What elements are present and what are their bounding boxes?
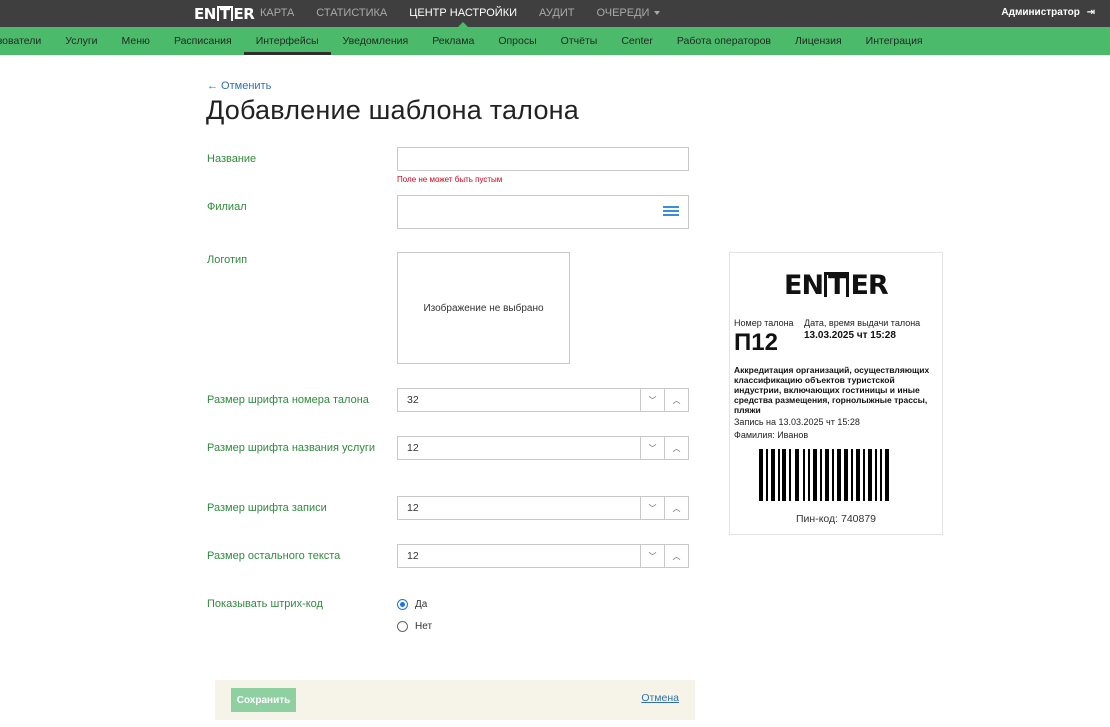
nav-audit[interactable]: АУДИТ bbox=[528, 0, 585, 27]
ticket-surname: Фамилия: Иванов bbox=[734, 430, 809, 440]
name-error: Поле не может быть пустым bbox=[397, 175, 503, 184]
nav-statistics[interactable]: СТАТИСТИКА bbox=[305, 0, 398, 27]
subnav-integration[interactable]: Интеграция bbox=[854, 27, 935, 55]
chevron-down-icon bbox=[654, 11, 661, 16]
name-input[interactable] bbox=[397, 147, 689, 171]
chevron-up-icon[interactable]: ︿ bbox=[664, 497, 688, 519]
save-button[interactable]: Сохранить bbox=[231, 688, 296, 712]
chevron-down-icon[interactable]: ﹀ bbox=[640, 497, 664, 519]
other-font-label: Размер остального текста bbox=[207, 550, 341, 562]
ticket-date-label: Дата, время выдачи талона bbox=[804, 318, 921, 328]
service-font-value[interactable]: 12 bbox=[407, 442, 419, 454]
subnav-operators[interactable]: Работа операторов bbox=[665, 27, 783, 55]
nav-queues[interactable]: ОЧЕРЕДИ bbox=[585, 0, 671, 27]
subnav-services[interactable]: Услуги bbox=[53, 27, 109, 55]
chevron-up-icon[interactable]: ︿ bbox=[664, 545, 688, 567]
barcode-yes-radio[interactable]: Да bbox=[397, 599, 427, 610]
nav-map[interactable]: КАРТА bbox=[249, 0, 305, 27]
ticket-service: Аккредитация организаций, осуществляющих… bbox=[734, 365, 930, 415]
cancel-button[interactable]: Отмена bbox=[641, 692, 679, 704]
action-bar: Сохранить Отмена bbox=[215, 680, 695, 720]
radio-unchecked-icon[interactable] bbox=[397, 621, 408, 632]
record-font-stepper[interactable]: 12 ﹀ ︿ bbox=[397, 496, 689, 520]
subnav-reports[interactable]: Отчёты bbox=[549, 27, 610, 55]
ticket-number: П12 bbox=[734, 329, 778, 356]
subnav-license[interactable]: Лицензия bbox=[783, 27, 854, 55]
barcode-no-radio[interactable]: Нет bbox=[397, 621, 432, 632]
record-font-label: Размер шрифта записи bbox=[207, 502, 327, 514]
nav-settings-center[interactable]: ЦЕНТР НАСТРОЙКИ bbox=[398, 0, 528, 27]
subnav-menu[interactable]: Меню bbox=[110, 27, 162, 55]
chevron-up-icon[interactable]: ︿ bbox=[664, 389, 688, 411]
service-font-stepper[interactable]: 12 ﹀ ︿ bbox=[397, 436, 689, 460]
chevron-down-icon[interactable]: ﹀ bbox=[640, 389, 664, 411]
chevron-down-icon[interactable]: ﹀ bbox=[640, 437, 664, 459]
ticket-logo: EN T ER bbox=[784, 270, 889, 301]
ticket-font-stepper[interactable]: 32 ﹀ ︿ bbox=[397, 388, 689, 412]
ticket-font-label: Размер шрифта номера талона bbox=[207, 394, 369, 406]
ticket-pin: Пин-код: 740879 bbox=[795, 513, 877, 525]
record-font-value[interactable]: 12 bbox=[407, 502, 419, 514]
ticket-font-value[interactable]: 32 bbox=[407, 394, 419, 406]
barcode-no-label[interactable]: Нет bbox=[415, 621, 432, 632]
user-menu[interactable]: Администратор ⇥ bbox=[1001, 0, 1095, 27]
other-font-value[interactable]: 12 bbox=[407, 550, 419, 562]
top-bar: EN T ER КАРТА СТАТИСТИКА ЦЕНТР НАСТРОЙКИ А… bbox=[0, 0, 1110, 27]
ticket-preview: EN T ER Номер талона Дата, время выдачи та… bbox=[729, 252, 943, 535]
user-name: Администратор bbox=[1001, 7, 1080, 18]
settings-subnav: ьзователи Услуги Меню Расписания Интерфе… bbox=[0, 27, 1110, 55]
subnav-surveys[interactable]: Опросы bbox=[486, 27, 548, 55]
branch-label: Филиал bbox=[207, 201, 247, 213]
page-title: Добавление шаблона талона bbox=[206, 95, 579, 125]
subnav-users[interactable]: ьзователи bbox=[0, 27, 53, 55]
ticket-number-label: Номер талона bbox=[734, 318, 794, 328]
list-icon[interactable] bbox=[663, 206, 679, 218]
branch-select[interactable] bbox=[397, 195, 689, 229]
nav-queues-label: ОЧЕРЕДИ bbox=[596, 7, 650, 19]
subnav-interfaces[interactable]: Интерфейсы bbox=[243, 27, 331, 55]
logo-label: Логотип bbox=[207, 254, 248, 266]
logo-placeholder: Изображение не выбрано bbox=[423, 302, 544, 314]
top-navigation: КАРТА СТАТИСТИКА ЦЕНТР НАСТРОЙКИ АУДИТ О… bbox=[249, 0, 671, 27]
chevron-up-icon[interactable]: ︿ bbox=[664, 437, 688, 459]
barcode-label: Показывать штрих-код bbox=[207, 598, 323, 610]
other-font-stepper[interactable]: 12 ﹀ ︿ bbox=[397, 544, 689, 568]
ticket-date: 13.03.2025 чт 15:28 bbox=[804, 330, 896, 341]
subnav-schedules[interactable]: Расписания bbox=[162, 27, 244, 55]
app-logo[interactable]: EN T ER bbox=[194, 5, 255, 23]
service-font-label: Размер шрифта названия услуги bbox=[207, 442, 375, 454]
radio-checked-icon[interactable] bbox=[397, 599, 408, 610]
barcode-yes-label[interactable]: Да bbox=[415, 599, 427, 610]
ticket-record: Запись на 13.03.2025 чт 15:28 bbox=[734, 417, 860, 427]
logout-icon[interactable]: ⇥ bbox=[1087, 0, 1095, 25]
name-label: Название bbox=[207, 153, 257, 165]
subnav-ads[interactable]: Реклама bbox=[420, 27, 486, 55]
barcode bbox=[759, 449, 889, 501]
subnav-center[interactable]: Center bbox=[609, 27, 665, 55]
subnav-notifications[interactable]: Уведомления bbox=[331, 27, 421, 55]
back-link[interactable]: ← Отменить bbox=[207, 80, 271, 92]
chevron-down-icon[interactable]: ﹀ bbox=[640, 545, 664, 567]
logo-upload[interactable]: Изображение не выбрано bbox=[397, 252, 570, 364]
